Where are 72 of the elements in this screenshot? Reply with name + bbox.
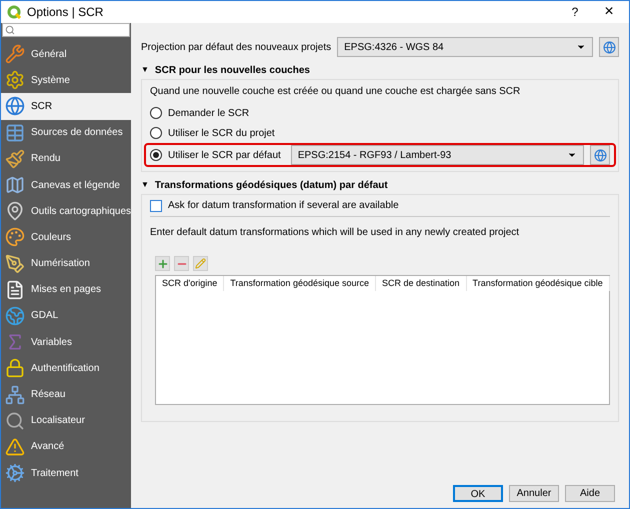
radio-label: Utiliser le SCR par défaut xyxy=(168,148,281,162)
sidebar-item[interactable]: Numérisation xyxy=(1,250,131,277)
description-text: Enter default datum transformations which will be used in any newly created project xyxy=(150,226,520,240)
pen-icon xyxy=(5,254,25,274)
dialog-button[interactable]: Aide xyxy=(565,485,615,502)
column-header[interactable]: Transformation géodésique source xyxy=(224,276,376,291)
radio-label: Demander le SCR xyxy=(168,106,250,120)
crs-select-button[interactable] xyxy=(599,37,619,57)
collapse-arrow[interactable]: ▼ xyxy=(141,64,149,76)
warning-icon xyxy=(5,436,25,457)
sidebar-item[interactable]: Canevas et légende xyxy=(1,172,131,198)
earth-icon xyxy=(5,306,25,326)
column-header[interactable]: SCR d'origine xyxy=(156,276,224,291)
dialog-button[interactable]: OK xyxy=(453,485,503,502)
collapse-arrow[interactable]: ▼ xyxy=(141,179,149,191)
group-title: Transformations géodésiques (datum) par défaut xyxy=(154,178,388,192)
network-icon xyxy=(5,384,25,405)
checkbox-label: Ask for datum transformation if several are available xyxy=(168,199,399,213)
plus-icon xyxy=(156,258,168,270)
sidebar-item[interactable]: Sources de données xyxy=(1,120,131,146)
description-text: Quand une nouvelle couche est créée ou quand une couche est chargée sans SCR xyxy=(150,85,522,99)
gear-icon xyxy=(5,70,25,90)
sidebar-item[interactable]: SCR xyxy=(1,93,131,120)
table-icon xyxy=(5,122,25,143)
sidebar-item[interactable]: Système xyxy=(1,67,131,94)
radio-button[interactable] xyxy=(150,107,162,119)
logo-icon xyxy=(7,5,21,19)
sidebar-item[interactable]: Traitement xyxy=(1,460,131,486)
cog-icon xyxy=(5,463,25,484)
radio-button[interactable] xyxy=(150,127,162,139)
palette-icon xyxy=(5,227,25,248)
globe-icon xyxy=(602,40,616,54)
window-title: Options | SCR xyxy=(27,4,104,21)
lock-icon xyxy=(5,358,25,378)
sidebar-item[interactable]: Mises en pages xyxy=(1,276,131,303)
search-field[interactable] xyxy=(2,23,130,37)
map-pin-icon xyxy=(5,201,25,222)
sidebar-item[interactable]: Outils cartographiques xyxy=(1,198,131,224)
projection-dropdown[interactable]: EPSG:4326 - WGS 84 xyxy=(337,37,593,57)
edit-button[interactable] xyxy=(193,256,208,271)
radio-label: Utiliser le SCR du projet xyxy=(168,126,275,140)
search-icon xyxy=(5,25,15,35)
globe-icon xyxy=(594,148,606,162)
checkbox[interactable] xyxy=(150,200,162,212)
sidebar-item[interactable]: Avancé xyxy=(1,434,131,460)
dialog-button[interactable]: Annuler xyxy=(509,485,559,502)
page-icon xyxy=(5,280,25,300)
sidebar-item[interactable]: Réseau xyxy=(1,381,131,408)
sidebar-item[interactable]: Variables xyxy=(1,329,131,356)
default-crs-dropdown[interactable]: EPSG:2154 - RGF93 / Lambert-93 xyxy=(290,145,584,165)
globe-icon xyxy=(5,96,25,116)
sidebar-item[interactable]: Rendu xyxy=(1,146,131,172)
pencil-icon xyxy=(195,258,206,269)
column-header[interactable]: SCR de destination xyxy=(376,276,467,291)
sidebar-item[interactable]: GDAL xyxy=(1,302,131,330)
close-button[interactable]: × xyxy=(595,4,623,20)
sidebar-item[interactable]: Couleurs xyxy=(1,224,131,250)
map-icon xyxy=(5,175,25,196)
sidebar-item[interactable]: Général xyxy=(1,41,131,68)
crs-select-button[interactable] xyxy=(590,145,610,165)
sidebar-item[interactable]: Localisateur xyxy=(1,408,131,434)
field-label: Projection par défaut des nouveaux projets xyxy=(141,40,332,54)
group-title: SCR pour les nouvelles couches xyxy=(154,64,310,78)
help-button[interactable]: ? xyxy=(561,3,589,21)
radio-button[interactable] xyxy=(150,149,162,161)
sidebar-item[interactable]: Authentification xyxy=(1,355,131,382)
paintbrush-icon xyxy=(5,148,25,169)
search-icon xyxy=(5,410,25,431)
wrench-icon xyxy=(5,44,25,64)
remove-button[interactable] xyxy=(174,256,189,271)
column-header[interactable]: Transformation géodésique cible xyxy=(466,276,610,291)
add-button[interactable] xyxy=(155,256,170,271)
